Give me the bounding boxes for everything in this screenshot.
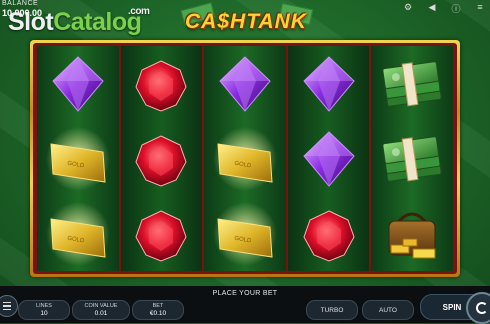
info-icon[interactable]: ⓘ — [450, 2, 462, 15]
red-gem-icon — [126, 126, 196, 192]
cash-stack-icon — [377, 51, 447, 117]
gold-bar-icon: GOLD — [210, 126, 280, 192]
bet-label: BET — [152, 303, 164, 309]
spin-circle-icon[interactable] — [466, 292, 490, 324]
menu-line-icon — [3, 305, 11, 307]
reel-3: GOLD GOLD — [204, 46, 286, 271]
purple-gem-icon — [294, 126, 364, 192]
watermark: SlotCatalog .com — [8, 7, 150, 36]
reel-2 — [120, 46, 203, 271]
spin-label: SPIN — [442, 302, 462, 312]
gold-bar-icon: GOLD — [43, 201, 113, 267]
lines-control[interactable]: LINES 10 — [18, 300, 70, 320]
lines-label: LINES — [36, 303, 52, 309]
gold-bar-icon: GOLD — [43, 126, 113, 192]
bet-control[interactable]: BET €0.10 — [132, 300, 184, 320]
coin-value-label: COIN VALUE — [84, 303, 118, 309]
bet-value: €0.10 — [149, 310, 167, 317]
reels-frame-inner: GOLD GOLD GOLD GOLD — [33, 43, 457, 274]
cash-stack-icon — [377, 126, 447, 192]
watermark-suffix: .com — [128, 6, 150, 17]
watermark-slot: Slot — [8, 8, 54, 36]
menu-line-icon — [3, 308, 11, 311]
turbo-button[interactable]: TURBO — [306, 300, 358, 320]
reels-grid: GOLD GOLD GOLD GOLD — [37, 46, 453, 271]
game-logo: CA$HTANK — [176, 2, 316, 40]
logo-title: CA$HTANK — [185, 10, 307, 33]
top-icons: ⚙ ◀ ⓘ ≡ — [402, 2, 486, 15]
coin-value-control[interactable]: COIN VALUE 0.01 — [72, 300, 130, 320]
red-gem-icon — [294, 201, 364, 267]
lines-value: 10 — [40, 310, 48, 317]
purple-gem-icon — [294, 51, 364, 117]
sound-icon[interactable]: ◀ — [426, 2, 438, 15]
reel-4 — [287, 46, 370, 271]
red-gem-icon — [126, 51, 196, 117]
gold-bar-icon: GOLD — [210, 201, 280, 267]
menu-line-icon — [3, 301, 11, 304]
red-gem-icon — [126, 201, 196, 267]
reels-frame: GOLD GOLD GOLD GOLD — [30, 40, 460, 277]
purple-gem-icon — [210, 51, 280, 117]
auto-button[interactable]: AUTO — [362, 300, 414, 320]
reel-5 — [371, 46, 453, 271]
reel-1: GOLD GOLD — [37, 46, 119, 271]
menu-icon[interactable]: ≡ — [474, 2, 486, 15]
balance-label: BALANCE — [2, 0, 39, 7]
purple-gem-icon — [43, 51, 113, 117]
coin-value-value: 0.01 — [94, 310, 108, 317]
gold-bag-icon — [377, 201, 447, 267]
status-message: PLACE YOUR BET — [212, 290, 278, 297]
settings-icon[interactable]: ⚙ — [402, 2, 414, 15]
